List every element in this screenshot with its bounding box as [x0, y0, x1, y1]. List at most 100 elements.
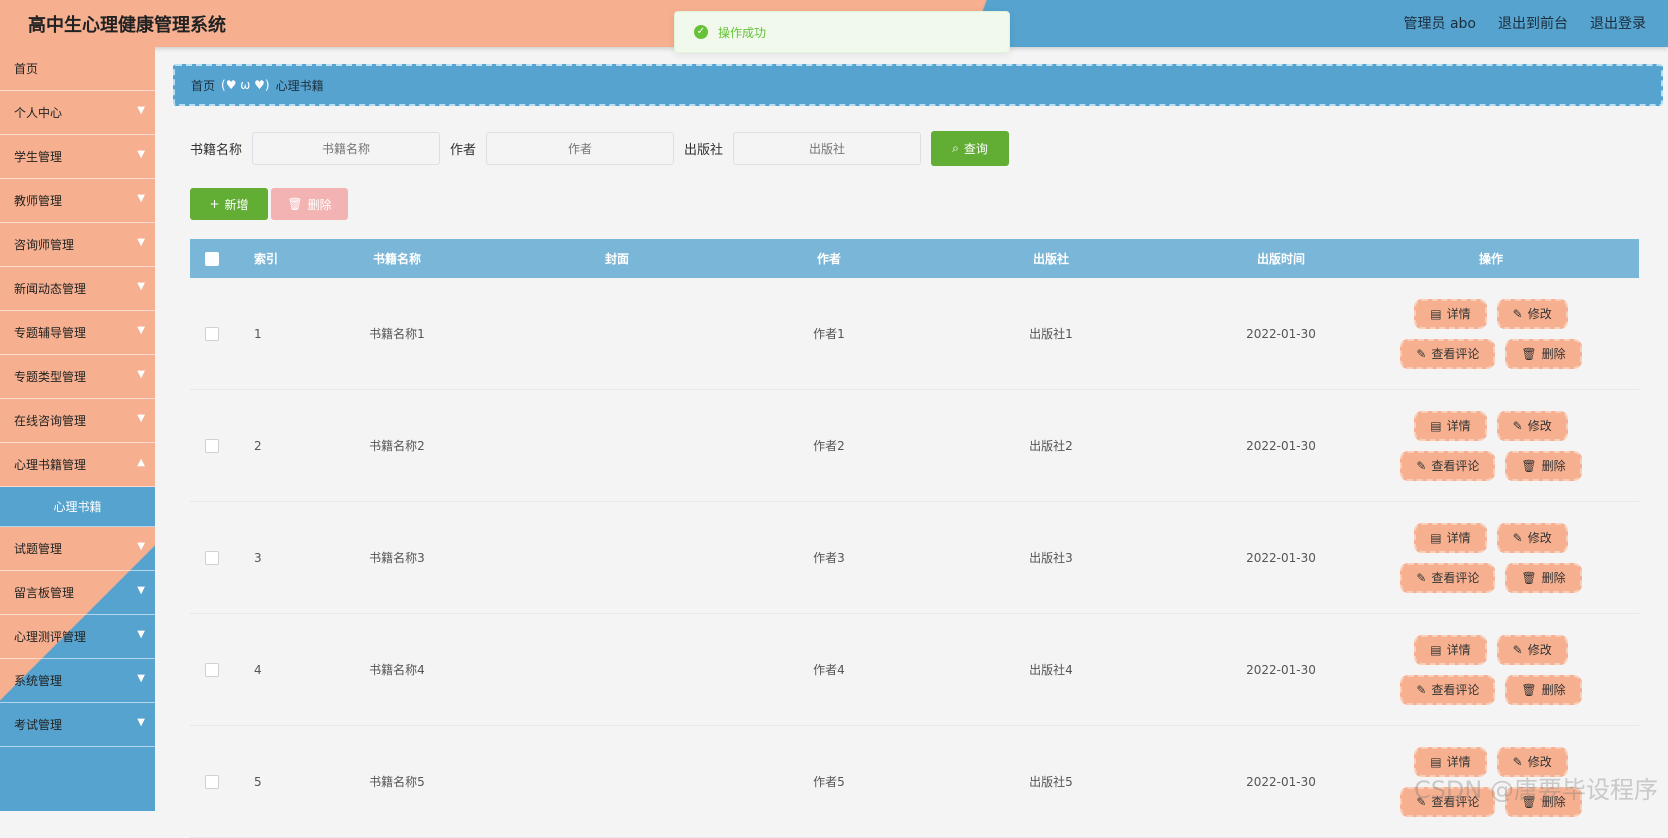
watermark: CSDN @唐要毕设程序: [1413, 776, 1658, 804]
detail-button[interactable]: ▤ 详情: [1414, 298, 1487, 329]
view-comments-label: 查看评论: [1431, 347, 1480, 361]
sidebar-item-label: 教师管理: [14, 194, 63, 208]
sidebar-item-message-board[interactable]: 留言板管理 ▼: [0, 571, 155, 615]
cell-book-name: 书籍名称1: [369, 327, 425, 341]
sidebar-subitem-books[interactable]: 心理书籍: [0, 487, 155, 527]
cell-publisher: 出版社3: [1029, 551, 1073, 565]
breadcrumb-home[interactable]: 首页: [191, 77, 215, 94]
chevron-down-icon: ▼: [137, 237, 145, 248]
sidebar-item-assessment[interactable]: 心理测评管理 ▼: [0, 615, 155, 659]
sidebar-item-home[interactable]: 首页: [0, 47, 155, 91]
cell-publisher: 出版社4: [1029, 663, 1073, 677]
sidebar-item-label: 专题辅导管理: [14, 326, 87, 340]
edit-button[interactable]: ✎ 修改: [1496, 410, 1568, 441]
row-checkbox[interactable]: [205, 550, 219, 565]
chevron-down-icon: ▼: [137, 281, 145, 292]
search-icon: ⌕: [952, 141, 959, 155]
logout-link[interactable]: 退出登录: [1590, 13, 1646, 33]
row-checkbox[interactable]: [205, 774, 219, 789]
cell-operations: ▤ 详情 ✎ 修改 ✎ 查看评论 🗑 删除: [1366, 522, 1616, 593]
detail-button[interactable]: ▤ 详情: [1414, 522, 1487, 553]
column-book-name: 书籍名称: [372, 252, 421, 266]
exit-to-front-link[interactable]: 退出到前台: [1498, 13, 1568, 33]
view-comments-label: 查看评论: [1431, 571, 1480, 585]
trash-icon: 🗑: [1521, 682, 1537, 697]
row-checkbox[interactable]: [205, 326, 219, 341]
document-icon: ▤: [1430, 530, 1442, 545]
publisher-input[interactable]: [733, 132, 922, 165]
query-button-label: 查询: [963, 142, 988, 156]
edit-button[interactable]: ✎ 修改: [1496, 634, 1568, 665]
sidebar-item-students[interactable]: 学生管理 ▼: [0, 135, 155, 179]
delete-button[interactable]: 🗑 删除: [1505, 674, 1582, 705]
author-input[interactable]: [486, 132, 675, 165]
query-button[interactable]: ⌕ 查询: [931, 131, 1010, 166]
sidebar-item-topic-types[interactable]: 专题类型管理 ▼: [0, 355, 155, 399]
cell-operations: ▤ 详情 ✎ 修改 ✎ 查看评论 🗑 删除: [1366, 410, 1616, 481]
chevron-down-icon: ▼: [137, 541, 145, 552]
sidebar-item-news[interactable]: 新闻动态管理 ▼: [0, 267, 155, 311]
row-checkbox[interactable]: [205, 662, 219, 677]
cell-publish-date: 2022-01-30: [1246, 662, 1316, 677]
view-comments-button[interactable]: ✎ 查看评论: [1400, 338, 1496, 369]
book-name-input[interactable]: [252, 132, 441, 165]
view-comments-button[interactable]: ✎ 查看评论: [1400, 562, 1496, 593]
pencil-icon: ✎: [1512, 642, 1523, 657]
sidebar-item-topic-tutoring[interactable]: 专题辅导管理 ▼: [0, 311, 155, 355]
select-all-checkbox[interactable]: [205, 251, 219, 266]
row-checkbox[interactable]: [205, 438, 219, 453]
view-comments-button[interactable]: ✎ 查看评论: [1400, 450, 1496, 481]
sidebar-item-label: 心理测评管理: [14, 630, 87, 644]
check-circle-icon: ✓: [694, 25, 708, 39]
author-label: 作者: [450, 143, 477, 158]
delete-button[interactable]: 🗑 删除: [1505, 338, 1582, 369]
pencil-icon: ✎: [1416, 682, 1427, 697]
bulk-delete-button[interactable]: 🗑 删除: [271, 188, 348, 220]
table-row: 2 书籍名称2 作者2 出版社2 2022-01-30 ▤ 详情 ✎ 修改 ✎ 查看评…: [190, 390, 1639, 502]
add-button[interactable]: + 新增: [190, 188, 268, 220]
pencil-icon: ✎: [1512, 530, 1523, 545]
detail-button[interactable]: ▤ 详情: [1414, 634, 1487, 665]
delete-label: 删除: [1541, 347, 1566, 361]
delete-label: 删除: [1541, 459, 1566, 473]
delete-button[interactable]: 🗑 删除: [1505, 450, 1582, 481]
chevron-down-icon: ▼: [137, 413, 145, 424]
sidebar-item-online-consult[interactable]: 在线咨询管理 ▼: [0, 399, 155, 443]
cell-book-name: 书籍名称4: [369, 663, 425, 677]
column-publisher: 出版社: [1032, 252, 1069, 266]
cell-author: 作者2: [813, 439, 845, 453]
column-author: 作者: [816, 252, 841, 266]
chevron-down-icon: ▼: [137, 629, 145, 640]
sidebar-item-personal-center[interactable]: 个人中心 ▼: [0, 91, 155, 135]
toast-message: 操作成功: [718, 25, 767, 40]
edit-button[interactable]: ✎ 修改: [1496, 522, 1568, 553]
cell-publisher: 出版社5: [1029, 775, 1073, 789]
main-content: 首页 (♥ ω ♥) 心理书籍 书籍名称 作者 出版社 ⌕ 查询 + 新增 🗑 …: [155, 47, 1668, 838]
bulk-delete-label: 删除: [307, 197, 332, 212]
column-publish-date: 出版时间: [1256, 252, 1305, 266]
view-comments-button[interactable]: ✎ 查看评论: [1400, 674, 1496, 705]
cell-book-name: 书籍名称3: [369, 551, 425, 565]
sidebar-item-questions[interactable]: 试题管理 ▼: [0, 527, 155, 571]
chevron-up-icon: ▲: [137, 457, 145, 468]
pencil-icon: ✎: [1416, 570, 1427, 585]
app-title: 高中生心理健康管理系统: [28, 15, 226, 36]
sidebar-item-label: 系统管理: [14, 674, 63, 688]
sidebar-item-system[interactable]: 系统管理 ▼: [0, 659, 155, 703]
detail-button[interactable]: ▤ 详情: [1414, 410, 1487, 441]
pencil-icon: ✎: [1512, 418, 1523, 433]
plus-icon: +: [209, 197, 220, 211]
detail-label: 详情: [1446, 643, 1471, 657]
add-button-label: 新增: [224, 197, 249, 212]
pencil-icon: ✎: [1416, 458, 1427, 473]
sidebar-item-books[interactable]: 心理书籍管理 ▲: [0, 443, 155, 487]
sidebar-item-exams[interactable]: 考试管理 ▼: [0, 703, 155, 747]
chevron-down-icon: ▼: [137, 105, 145, 116]
edit-button[interactable]: ✎ 修改: [1496, 298, 1568, 329]
delete-button[interactable]: 🗑 删除: [1505, 562, 1582, 593]
admin-user[interactable]: 管理员 abo: [1404, 13, 1476, 33]
view-comments-label: 查看评论: [1431, 459, 1480, 473]
sidebar-item-teachers[interactable]: 教师管理 ▼: [0, 179, 155, 223]
sidebar-item-counselors[interactable]: 咨询师管理 ▼: [0, 223, 155, 267]
sidebar: 首页 个人中心 ▼ 学生管理 ▼ 教师管理 ▼ 咨询师管理 ▼ 新闻动态管理 ▼ 专题辅导…: [0, 47, 155, 811]
